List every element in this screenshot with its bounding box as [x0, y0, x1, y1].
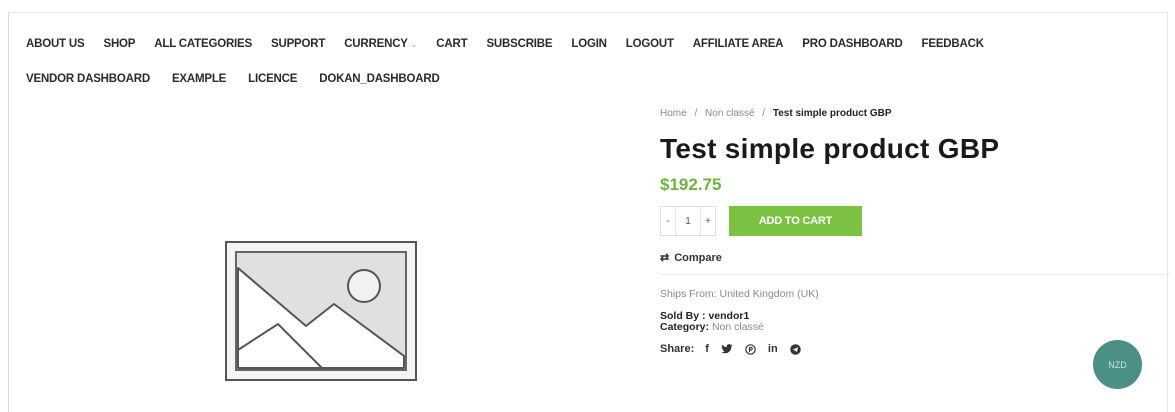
- nav-about-us[interactable]: ABOUT US: [26, 38, 85, 50]
- nav-shop[interactable]: SHOP: [103, 38, 135, 50]
- chevron-down-icon: ⌄: [410, 40, 418, 49]
- nav-all-categories[interactable]: ALL CATEGORIES: [154, 38, 252, 50]
- nav-subscribe[interactable]: SUBSCRIBE: [486, 38, 552, 50]
- linkedin-icon[interactable]: in: [768, 343, 778, 355]
- ships-from: Ships From: United Kingdom (UK): [660, 288, 819, 300]
- pinterest-icon[interactable]: [745, 343, 756, 355]
- product-price: $192.75: [660, 175, 722, 194]
- quantity-input[interactable]: 1: [675, 207, 701, 235]
- image-placeholder-icon: [225, 241, 417, 381]
- breadcrumb-current: Test simple product GBP: [772, 108, 892, 119]
- breadcrumb-home[interactable]: Home: [660, 108, 687, 119]
- compare-label: Compare: [674, 251, 722, 264]
- quantity-increase-button[interactable]: +: [701, 207, 715, 235]
- nav-affiliate-area[interactable]: AFFILIATE AREA: [693, 38, 784, 50]
- share-bar: Share: f in: [660, 343, 1160, 355]
- category-label: Category:: [660, 321, 710, 333]
- nav-cart[interactable]: CART: [436, 38, 467, 50]
- breadcrumb-category[interactable]: Non classé: [705, 108, 754, 119]
- divider: [660, 274, 1170, 275]
- product-meta: Sold By : vendor1 Category: Non classé: [660, 311, 1160, 333]
- product-summary: Home / Non classé / Test simple product …: [660, 108, 1170, 355]
- nav-row-primary: ABOUT US SHOP ALL CATEGORIES SUPPORT CUR…: [26, 36, 1156, 52]
- category: Category: Non classé: [660, 322, 1160, 333]
- main-navigation: ABOUT US SHOP ALL CATEGORIES SUPPORT CUR…: [26, 36, 1156, 87]
- nav-dokan-dashboard[interactable]: DOKAN_DASHBOARD: [319, 73, 440, 85]
- nav-currency-label: CURRENCY: [344, 38, 408, 50]
- currency-switcher-button[interactable]: NZD: [1093, 340, 1142, 389]
- telegram-icon[interactable]: [789, 343, 801, 355]
- shuffle-icon: ⇄: [660, 252, 670, 264]
- category-link[interactable]: Non classé: [712, 321, 764, 333]
- quantity-decrease-button[interactable]: -: [661, 207, 675, 235]
- twitter-icon[interactable]: [721, 344, 733, 354]
- nav-row-secondary: VENDOR DASHBOARD EXAMPLE LICENCE DOKAN_D…: [26, 71, 1156, 87]
- nav-support[interactable]: SUPPORT: [271, 38, 325, 50]
- add-to-cart-form: - 1 + ADD TO CART: [660, 206, 1160, 236]
- nav-pro-dashboard[interactable]: PRO DASHBOARD: [802, 38, 902, 50]
- share-label: Share:: [660, 343, 695, 355]
- nav-licence[interactable]: LICENCE: [248, 73, 297, 85]
- nav-feedback[interactable]: FEEDBACK: [922, 38, 984, 50]
- compare-link[interactable]: ⇄ Compare: [660, 251, 1160, 265]
- nav-currency[interactable]: CURRENCY ⌄: [344, 38, 417, 50]
- add-to-cart-button[interactable]: ADD TO CART: [729, 206, 862, 236]
- product-image-placeholder[interactable]: [222, 238, 420, 384]
- breadcrumb-separator: /: [762, 108, 766, 119]
- nav-login[interactable]: LOGIN: [571, 38, 607, 50]
- nav-vendor-dashboard[interactable]: VENDOR DASHBOARD: [26, 73, 150, 85]
- breadcrumb: Home / Non classé / Test simple product …: [660, 108, 1160, 119]
- facebook-icon[interactable]: f: [705, 343, 709, 355]
- nav-logout[interactable]: LOGOUT: [626, 38, 674, 50]
- quantity-stepper: - 1 +: [660, 206, 716, 236]
- nav-example[interactable]: EXAMPLE: [172, 73, 226, 85]
- breadcrumb-separator: /: [694, 108, 698, 119]
- product-title: Test simple product GBP: [660, 133, 1000, 164]
